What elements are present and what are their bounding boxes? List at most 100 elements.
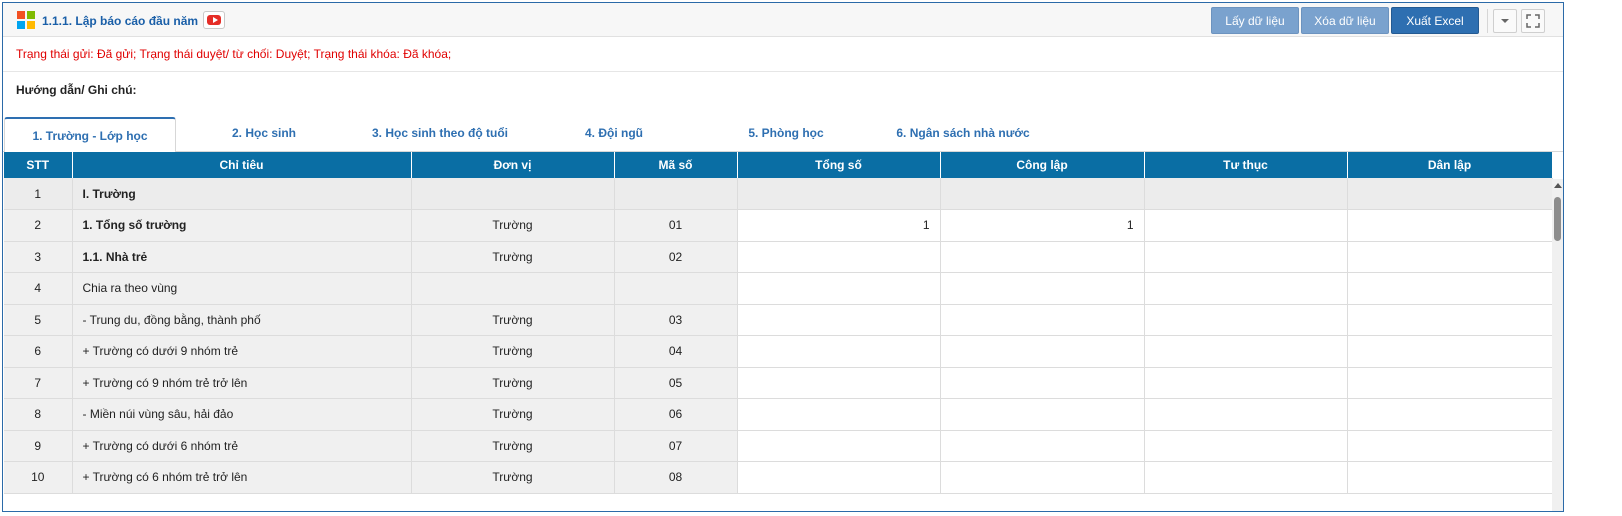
cell-tong-so[interactable]: 1 — [737, 209, 941, 242]
cell-cong-lap[interactable] — [940, 335, 1145, 368]
cell-tong-so — [737, 178, 941, 210]
cell-dan-lap[interactable] — [1347, 430, 1553, 462]
cell-tong-so[interactable] — [737, 430, 941, 462]
fullscreen-icon — [1526, 14, 1540, 28]
cell-stt: 7 — [4, 367, 73, 399]
cell-tong-so[interactable] — [737, 272, 941, 305]
table-row[interactable]: 9 + Trường có dưới 6 nhóm trẻ Trường 07 — [4, 430, 1553, 462]
cell-dan-lap[interactable] — [1347, 398, 1553, 431]
cell-stt: 4 — [4, 272, 73, 305]
cell-ma-so: 03 — [614, 304, 738, 336]
cell-dan-lap[interactable] — [1347, 209, 1553, 242]
cell-cong-lap — [940, 178, 1145, 210]
cell-tong-so[interactable] — [737, 398, 941, 431]
cell-tu-thuc[interactable] — [1144, 430, 1348, 462]
cell-chi-tieu: + Trường có dưới 6 nhóm trẻ — [72, 430, 412, 462]
cell-cong-lap[interactable] — [940, 430, 1145, 462]
cell-tu-thuc[interactable] — [1144, 241, 1348, 273]
youtube-play-icon[interactable] — [203, 11, 225, 29]
tab-truong-lop-hoc[interactable]: 1. Trường - Lớp học — [4, 117, 176, 153]
cell-ma-so: 06 — [614, 398, 738, 431]
cell-stt: 2 — [4, 209, 73, 242]
table-row[interactable]: 3 1.1. Nhà trẻ Trường 02 — [4, 241, 1553, 273]
cell-tu-thuc — [1144, 178, 1348, 210]
cell-chi-tieu: + Trường có 9 nhóm trẻ trở lên — [72, 367, 412, 399]
tab-bar: 1. Trường - Lớp học 2. Học sinh 3. Học s… — [3, 115, 1563, 153]
table-row[interactable]: 7 + Trường có 9 nhóm trẻ trở lên Trường … — [4, 367, 1553, 399]
column-header-dan-lap[interactable]: Dân lập — [1347, 152, 1553, 178]
table-row[interactable]: 8 - Miền núi vùng sâu, hải đảo Trường 06 — [4, 398, 1553, 431]
cell-cong-lap[interactable] — [940, 304, 1145, 336]
export-excel-button[interactable]: Xuất Excel — [1391, 7, 1479, 34]
cell-dan-lap[interactable] — [1347, 304, 1553, 336]
cell-tong-so[interactable] — [737, 304, 941, 336]
fullscreen-button[interactable] — [1521, 9, 1545, 33]
tab-doi-ngu[interactable]: 4. Đội ngũ — [551, 115, 677, 152]
tab-ngan-sach-nha-nuoc[interactable]: 6. Ngân sách nhà nước — [883, 115, 1043, 152]
cell-tong-so[interactable] — [737, 241, 941, 273]
cell-cong-lap[interactable] — [940, 241, 1145, 273]
column-header-chi-tieu[interactable]: Chỉ tiêu — [72, 152, 412, 178]
table-row[interactable]: 6 + Trường có dưới 9 nhóm trẻ Trường 04 — [4, 335, 1553, 368]
tab-hoc-sinh-theo-do-tuoi[interactable]: 3. Học sinh theo độ tuổi — [360, 115, 520, 152]
cell-ma-so: 02 — [614, 241, 738, 273]
delete-data-button[interactable]: Xóa dữ liệu — [1301, 7, 1389, 34]
cell-ma-so: 05 — [614, 367, 738, 399]
cell-don-vi: Trường — [411, 209, 615, 242]
scrollbar-thumb[interactable] — [1554, 197, 1561, 241]
section-divider — [3, 71, 1563, 72]
column-header-don-vi[interactable]: Đơn vị — [411, 152, 615, 178]
cell-tu-thuc[interactable] — [1144, 367, 1348, 399]
column-header-ma-so[interactable]: Mã số — [614, 152, 738, 178]
cell-cong-lap[interactable] — [940, 398, 1145, 431]
cell-dan-lap[interactable] — [1347, 461, 1553, 494]
table-row[interactable]: 5 - Trung du, đồng bằng, thành phố Trườn… — [4, 304, 1553, 336]
status-text: Trạng thái gửi: Đã gửi; Trạng thái duyệt… — [16, 47, 452, 61]
table-row[interactable]: 4 Chia ra theo vùng — [4, 272, 1553, 305]
column-header-tong-so[interactable]: Tổng số — [737, 152, 941, 178]
cell-tu-thuc[interactable] — [1144, 398, 1348, 431]
toolbar-separator — [1487, 9, 1488, 33]
cell-dan-lap[interactable] — [1347, 367, 1553, 399]
column-header-cong-lap[interactable]: Công lập — [940, 152, 1145, 178]
cell-don-vi: Trường — [411, 398, 615, 431]
cell-tu-thuc[interactable] — [1144, 209, 1348, 242]
tab-hoc-sinh[interactable]: 2. Học sinh — [199, 115, 329, 152]
chevron-down-icon — [1501, 19, 1509, 23]
cell-tu-thuc[interactable] — [1144, 335, 1348, 368]
cell-stt: 9 — [4, 430, 73, 462]
table-row[interactable]: 10 + Trường có 6 nhóm trẻ trở lên Trường… — [4, 461, 1553, 494]
cell-chi-tieu: - Miền núi vùng sâu, hải đảo — [72, 398, 412, 431]
cell-tong-so[interactable] — [737, 461, 941, 494]
cell-chi-tieu: 1. Tổng số trường — [72, 209, 412, 242]
cell-dan-lap[interactable] — [1347, 335, 1553, 368]
windows-grid-icon — [17, 11, 35, 29]
table-row[interactable]: 2 1. Tổng số trường Trường 01 1 1 — [4, 209, 1553, 242]
cell-dan-lap[interactable] — [1347, 272, 1553, 305]
cell-tong-so[interactable] — [737, 367, 941, 399]
cell-don-vi — [411, 178, 615, 210]
cell-cong-lap[interactable] — [940, 461, 1145, 494]
cell-tong-so[interactable] — [737, 335, 941, 368]
cell-ma-so: 04 — [614, 335, 738, 368]
cell-stt: 1 — [4, 178, 73, 210]
cell-cong-lap[interactable] — [940, 367, 1145, 399]
cell-cong-lap[interactable] — [940, 272, 1145, 305]
cell-tu-thuc[interactable] — [1144, 272, 1348, 305]
data-table: STT Chỉ tiêu Đơn vị Mã số Tổng số Công l… — [4, 152, 1553, 494]
cell-ma-so: 08 — [614, 461, 738, 494]
scroll-up-arrow-icon[interactable] — [1554, 183, 1562, 188]
cell-tu-thuc[interactable] — [1144, 461, 1348, 494]
cell-dan-lap — [1347, 178, 1553, 210]
tab-phong-hoc[interactable]: 5. Phòng học — [721, 115, 851, 152]
cell-cong-lap[interactable]: 1 — [940, 209, 1145, 242]
table-row[interactable]: 1 I. Trường — [4, 178, 1553, 210]
collapse-button[interactable] — [1493, 9, 1517, 33]
get-data-button[interactable]: Lấy dữ liệu — [1211, 7, 1299, 34]
column-header-stt[interactable]: STT — [4, 152, 73, 178]
cell-ma-so — [614, 178, 738, 210]
cell-tu-thuc[interactable] — [1144, 304, 1348, 336]
cell-dan-lap[interactable] — [1347, 241, 1553, 273]
column-header-tu-thuc[interactable]: Tư thục — [1144, 152, 1348, 178]
vertical-scrollbar[interactable] — [1552, 179, 1563, 511]
